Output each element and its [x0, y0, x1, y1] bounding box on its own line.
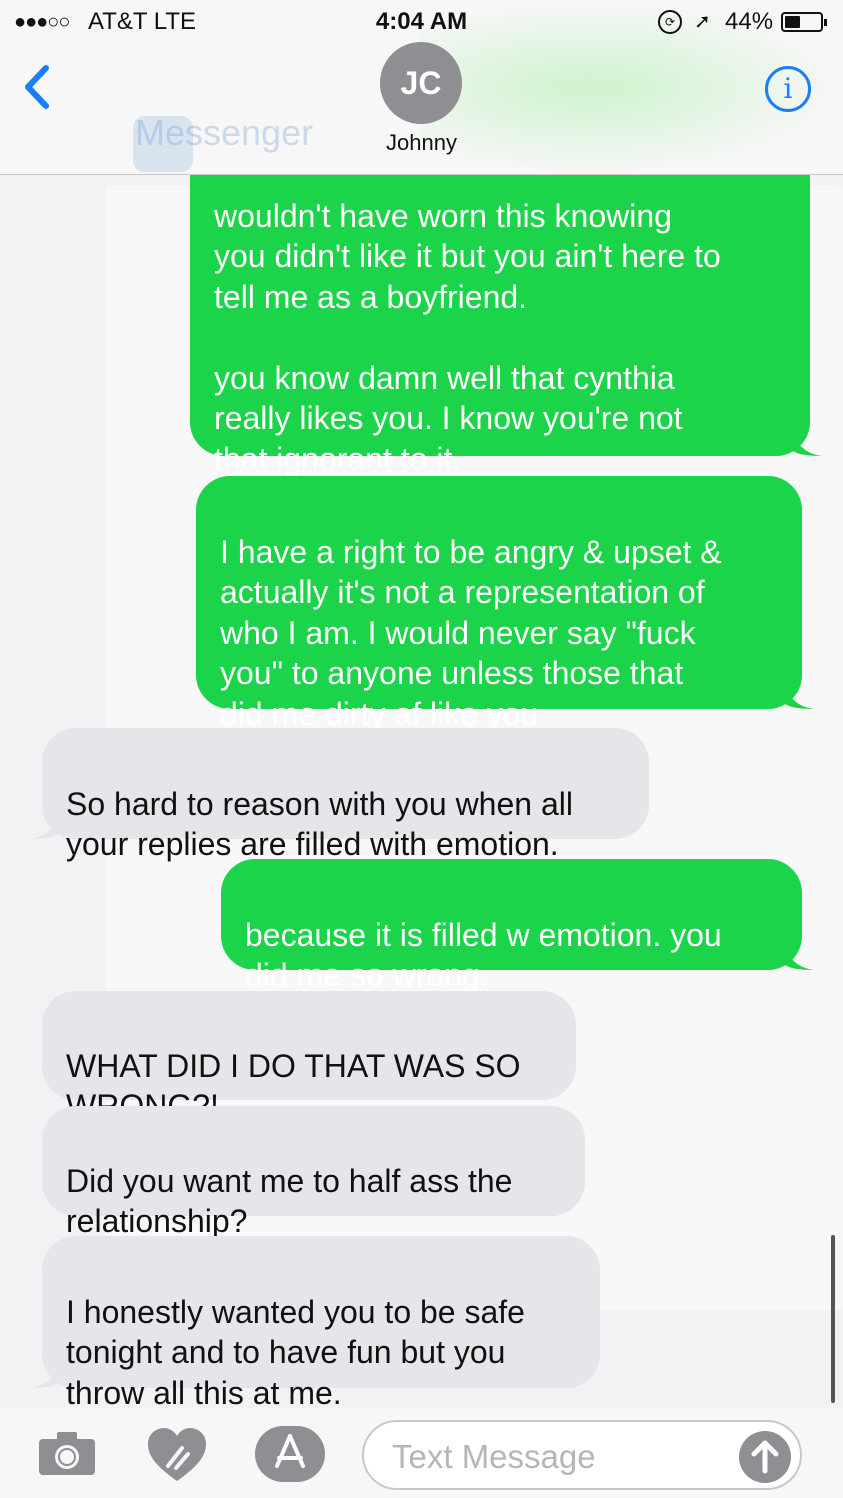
digital-touch-button[interactable] [146, 1426, 208, 1489]
app-store-button[interactable] [255, 1426, 325, 1482]
info-button[interactable]: i [765, 66, 811, 112]
bubble-tail [30, 809, 60, 839]
message-text: I honestly wanted you to be safe tonight… [66, 1293, 525, 1411]
battery-icon [781, 12, 827, 32]
composer-bar: Text Message [0, 1408, 843, 1498]
message-bubble[interactable]: wouldn't have worn this knowing you didn… [190, 140, 822, 477]
send-button[interactable] [739, 1431, 791, 1483]
contact-avatar[interactable]: JC [380, 42, 462, 124]
message-bubble[interactable]: So hard to reason with you when all your… [30, 728, 649, 862]
message-bubble[interactable]: I honestly wanted you to be safe tonight… [30, 1236, 600, 1411]
status-time: 4:04 AM [375, 8, 468, 35]
digital-touch-heart-icon [148, 1428, 206, 1481]
bubble-tail [784, 940, 814, 970]
bubble-tail [792, 426, 822, 456]
message-bubble[interactable]: WHAT DID I DO THAT WAS SO WRONG?! [42, 991, 576, 1124]
location-icon: ➚ [694, 11, 711, 33]
message-input[interactable]: Text Message [362, 1420, 802, 1490]
bubble-tail [784, 679, 814, 709]
scrollbar[interactable] [831, 1235, 835, 1403]
conversation-header: Messenger ●●●○○ AT&T LTE 4:04 AM ⟳ ➚ 44%… [0, 0, 843, 175]
message-text: So hard to reason with you when all your… [66, 785, 573, 863]
camera-button[interactable] [38, 1430, 96, 1481]
status-bar: ●●●○○ AT&T LTE 4:04 AM ⟳ ➚ 44% [0, 8, 843, 38]
battery-fill [785, 16, 800, 28]
contact-name[interactable]: Johnny [0, 130, 843, 156]
send-arrow-icon [751, 1440, 779, 1474]
message-bubble[interactable]: because it is filled w emotion. you did … [221, 859, 814, 993]
message-text: wouldn't have worn this knowing you didn… [214, 197, 721, 477]
message-input-placeholder: Text Message [392, 1438, 596, 1475]
message-bubble[interactable]: Did you want me to half ass the relation… [42, 1106, 585, 1239]
chevron-left-icon [25, 65, 49, 109]
app-store-icon [275, 1434, 305, 1468]
battery-percent: 44% [725, 8, 774, 35]
message-text: I have a right to be angry & upset & act… [220, 533, 722, 732]
bubble-tail [30, 1358, 60, 1388]
camera-icon [39, 1432, 95, 1475]
orientation-lock-icon: ⟳ [658, 10, 682, 34]
message-bubble[interactable]: I have a right to be angry & upset & act… [196, 476, 814, 732]
back-button[interactable] [20, 62, 60, 112]
